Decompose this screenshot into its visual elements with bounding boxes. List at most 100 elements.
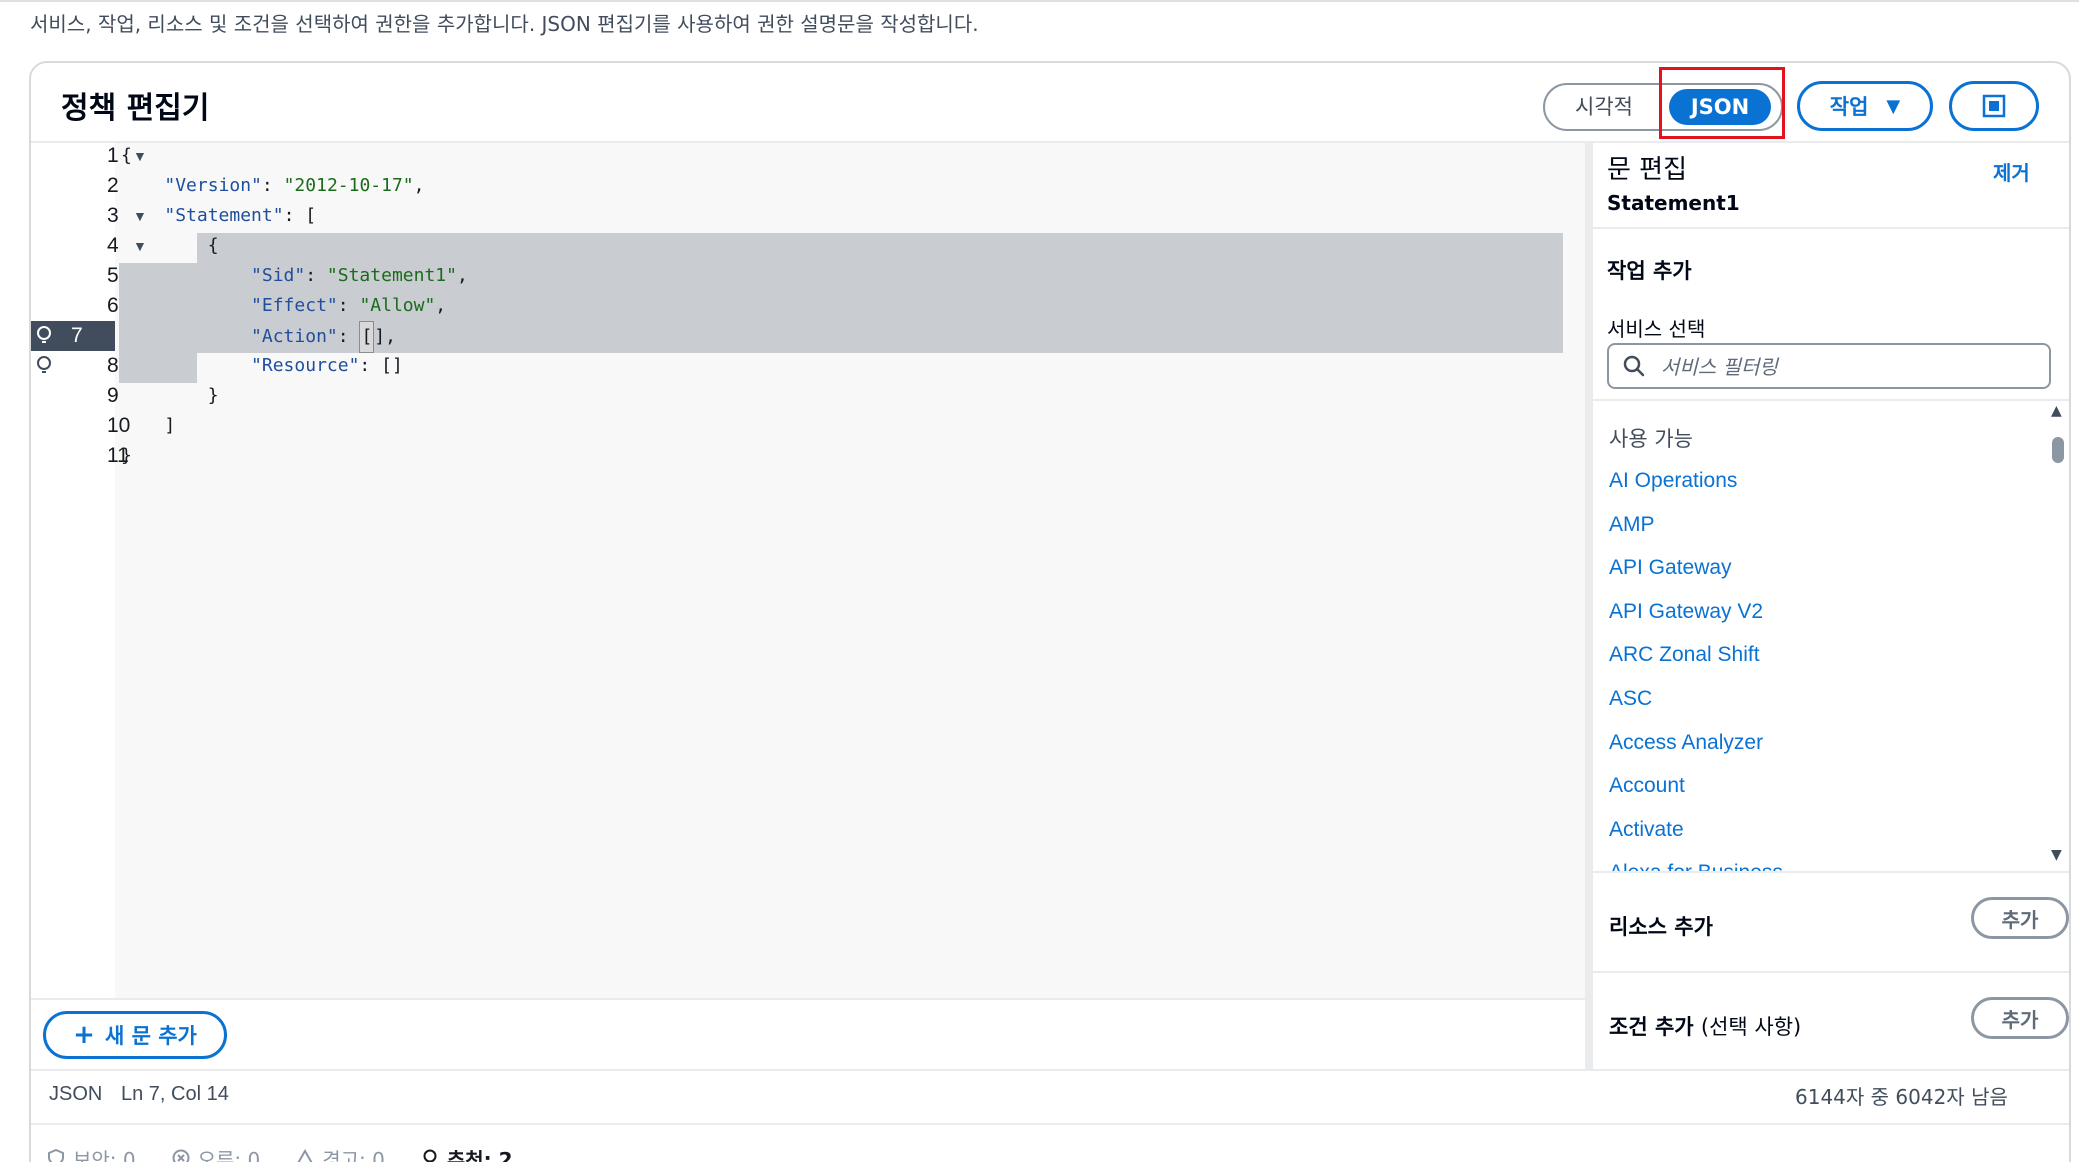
page-description: 서비스, 작업, 리소스 및 조건을 선택하여 권한을 추가합니다. JSON … — [30, 12, 979, 36]
code-text: "Action": [], — [121, 321, 396, 353]
code-text: ] — [121, 415, 176, 436]
service-item[interactable]: Access Analyzer — [1609, 731, 1763, 755]
line-number-text: 7 — [71, 324, 83, 347]
service-item[interactable]: AMP — [1609, 513, 1655, 537]
line-number: 11 — [71, 441, 129, 471]
errors-count: 오류: 0 — [197, 1147, 261, 1162]
code-text: { — [121, 145, 132, 166]
code-text: } — [121, 385, 219, 406]
add-condition-label: 조건 추가 — [1609, 1015, 1694, 1039]
editor-footer-divider — [31, 998, 1585, 1000]
code-text: "Version": "2012-10-17", — [164, 175, 425, 196]
line-number-text: 6 — [107, 294, 119, 317]
caret-down-icon: ▼ — [1886, 95, 1901, 117]
code-line[interactable]: 7 "Action": [], — [31, 321, 1585, 353]
panel-title: 정책 편집기 — [61, 91, 210, 126]
actions-button[interactable]: 작업 ▼ — [1797, 81, 1933, 131]
add-action-heading: 작업 추가 — [1607, 259, 1692, 283]
search-icon — [1623, 355, 1645, 377]
code-line[interactable]: 10 ] — [31, 411, 1585, 441]
service-item[interactable]: AI Operations — [1609, 469, 1737, 493]
code-text: "Statement": [ — [164, 205, 317, 226]
add-statement-label: 새 문 추가 — [104, 1024, 197, 1048]
code-line[interactable]: 5 "Sid": "Statement1", — [31, 261, 1585, 291]
warning-icon — [297, 1149, 313, 1162]
line-number-text: 3 — [107, 204, 119, 227]
cursor-position: Ln 7, Col 14 — [121, 1083, 229, 1105]
warnings-count: 경고: 0 — [322, 1147, 385, 1162]
service-item[interactable]: API Gateway V2 — [1609, 600, 1763, 624]
available-heading: 사용 가능 — [1609, 427, 1693, 451]
cursor-bracket: [ — [359, 321, 375, 353]
line-number: 5 — [71, 261, 119, 291]
add-condition-button[interactable]: 추가 — [1971, 997, 2069, 1039]
toggle-visual[interactable]: 시각적 — [1559, 85, 1649, 129]
line-number: 9 — [71, 381, 119, 411]
issues-bar: 보안: 0 오류: 0 경고: 0 추천: 2 — [47, 1143, 513, 1162]
line-number: 1 ▼ — [71, 143, 147, 171]
scroll-down-icon[interactable]: ▼ — [2051, 847, 2062, 863]
code-text: "Effect": "Allow", — [251, 295, 447, 316]
scroll-up-icon[interactable]: ▲ — [2051, 403, 2062, 419]
line-number: 3 ▼ — [71, 201, 147, 231]
code-text: "Sid": "Statement1", — [251, 265, 468, 286]
service-item[interactable]: ASC — [1609, 687, 1652, 711]
policy-editor-panel: 정책 편집기 시각적 JSON 작업 ▼ 1 ▼{2 "Version": "2… — [29, 61, 2071, 1162]
service-item[interactable]: Activate — [1609, 818, 1684, 842]
line-number-text: 8 — [107, 354, 119, 377]
code-line[interactable]: 11} — [31, 441, 1585, 471]
fold-icon[interactable]: ▼ — [133, 143, 147, 171]
iam-policy-page: 서비스, 작업, 리소스 및 조건을 선택하여 권한을 추가합니다. JSON … — [0, 0, 2079, 1162]
status-mode: JSON — [49, 1083, 103, 1105]
remove-statement-link[interactable]: 제거 — [1993, 157, 2030, 186]
errors-tab[interactable]: 오류: 0 — [172, 1143, 261, 1162]
suggestions-tab[interactable]: 추천: 2 — [421, 1143, 513, 1162]
line-number-text: 4 — [107, 234, 119, 257]
service-select-label: 서비스 선택 — [1607, 317, 1706, 341]
line-number: 4 ▼ — [71, 231, 147, 261]
toggle-json[interactable]: JSON — [1669, 89, 1771, 125]
lightbulb-icon[interactable] — [35, 325, 53, 347]
optional-label: (선택 사항) — [1700, 1015, 1802, 1039]
code-line[interactable]: 9 } — [31, 381, 1585, 411]
fullscreen-icon — [1982, 94, 2006, 118]
service-item[interactable]: ARC Zonal Shift — [1609, 643, 1760, 667]
line-number: 6 — [71, 291, 119, 321]
service-item[interactable]: Alexa for Business — [1609, 861, 1783, 871]
scrollbar-thumb[interactable] — [2052, 437, 2064, 463]
warnings-tab[interactable]: 경고: 0 — [296, 1143, 385, 1162]
service-filter-input[interactable] — [1659, 351, 2043, 383]
fullscreen-button[interactable] — [1949, 81, 2039, 131]
status-bar: JSON Ln 7, Col 14 6144자 중 6042자 남음 — [31, 1071, 2069, 1123]
code-text: { — [121, 235, 219, 256]
code-line[interactable]: 6 "Effect": "Allow", — [31, 291, 1585, 321]
code-text: } — [121, 445, 132, 466]
service-item[interactable]: API Gateway — [1609, 556, 1732, 580]
add-statement-button[interactable]: + 새 문 추가 — [43, 1011, 227, 1059]
security-tab[interactable]: 보안: 0 — [47, 1143, 136, 1162]
code-line[interactable]: 8 "Resource": [] — [31, 351, 1585, 381]
panel-resize-divider[interactable] — [1585, 143, 1593, 1069]
sidebar-divider — [1593, 871, 2069, 873]
add-condition-heading: 조건 추가 (선택 사항) — [1609, 1011, 1801, 1041]
service-filter-field — [1607, 343, 2051, 389]
actions-label: 작업 — [1829, 95, 1869, 119]
code-line[interactable]: 3 ▼ "Statement": [ — [31, 201, 1585, 231]
code-text: "Resource": [] — [251, 355, 403, 376]
service-list[interactable]: 사용 가능 AI Operations AMP API Gateway API Gat… — [1593, 401, 2069, 871]
lightbulb-icon — [423, 1149, 437, 1162]
add-resource-button[interactable]: 추가 — [1971, 897, 2069, 939]
error-icon — [172, 1149, 190, 1162]
line-number: 10 — [71, 411, 130, 441]
code-line[interactable]: 2 "Version": "2012-10-17", — [31, 171, 1585, 201]
service-item[interactable]: Account — [1609, 774, 1685, 798]
status-divider — [31, 1123, 2069, 1125]
code-line[interactable]: 1 ▼{ — [31, 143, 1585, 171]
json-code-editor[interactable]: 1 ▼{2 "Version": "2012-10-17", 3 ▼ "Stateme… — [31, 143, 1585, 998]
edit-statement-sidebar: 문 편집 제거 Statement1 작업 추가 서비스 선택 사용 가능 AI… — [1593, 143, 2069, 1069]
suggestions-count: 추천: 2 — [446, 1147, 513, 1162]
lightbulb-icon[interactable] — [35, 355, 53, 377]
code-line[interactable]: 4 ▼ { — [31, 231, 1585, 261]
security-count: 보안: 0 — [73, 1147, 136, 1162]
line-number-text: 5 — [107, 264, 119, 287]
